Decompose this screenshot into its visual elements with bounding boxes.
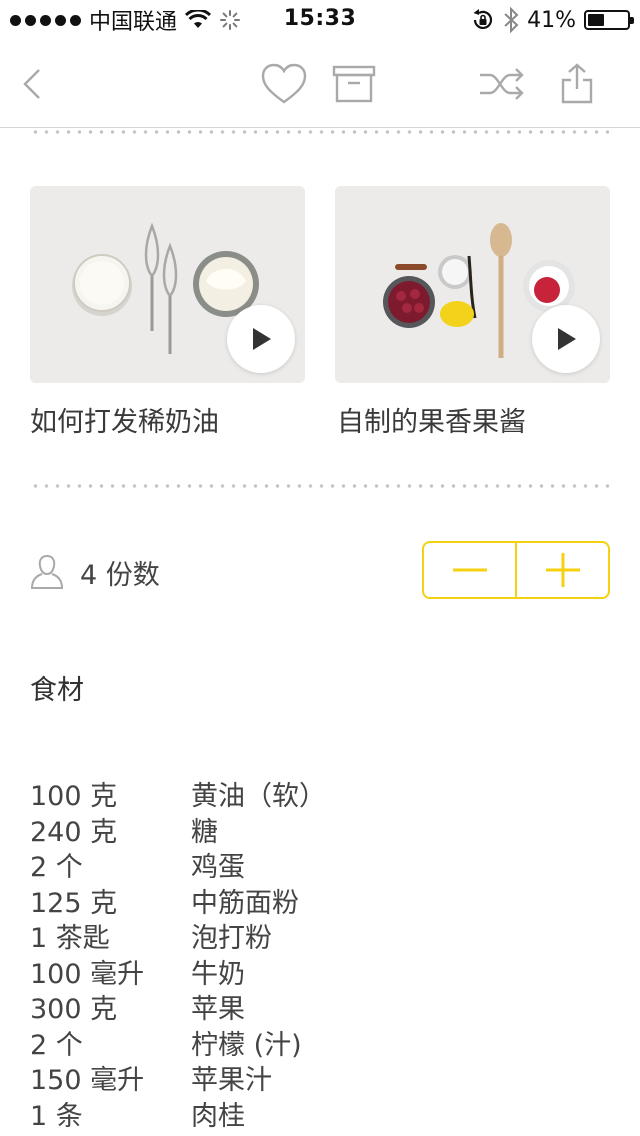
bluetooth-icon bbox=[504, 7, 519, 33]
archive-button[interactable] bbox=[330, 60, 378, 108]
ingredient-name: 中筋面粉 bbox=[191, 887, 299, 919]
video-title[interactable]: 自制的果香果酱 bbox=[337, 400, 526, 439]
battery-icon bbox=[584, 10, 634, 30]
ingredient-name: 柠檬 (汁) bbox=[191, 1029, 302, 1061]
servings-stepper[interactable] bbox=[422, 541, 610, 599]
ingredient-name: 牛奶 bbox=[191, 958, 245, 990]
person-icon bbox=[30, 554, 64, 589]
ingredient-row: 300 克 苹果 bbox=[30, 989, 610, 1025]
dotted-divider bbox=[30, 484, 610, 488]
share-button[interactable] bbox=[553, 60, 601, 108]
increase-servings-button[interactable] bbox=[517, 543, 608, 597]
ingredient-name: 黄油（软） bbox=[191, 781, 326, 813]
ingredient-name: 鸡蛋 bbox=[191, 852, 245, 884]
ingredient-name: 肉桂 bbox=[191, 1100, 245, 1132]
ingredient-row: 100 克 黄油（软） bbox=[30, 776, 610, 812]
status-bar: 中国联通 15:33 41% bbox=[0, 0, 640, 40]
play-button[interactable] bbox=[227, 305, 295, 373]
ingredient-amount: 240 克 bbox=[30, 816, 118, 848]
play-button[interactable] bbox=[532, 305, 600, 373]
shuffle-button[interactable] bbox=[478, 60, 526, 108]
servings-info: 4 份数 bbox=[30, 548, 160, 596]
ingredient-row: 1 条 肉桂 bbox=[30, 1096, 610, 1132]
ingredient-amount: 150 毫升 bbox=[30, 1065, 145, 1097]
back-chevron-icon bbox=[23, 69, 40, 99]
heart-icon bbox=[261, 63, 307, 104]
ingredient-amount: 100 毫升 bbox=[30, 958, 145, 990]
shuffle-icon bbox=[480, 68, 524, 100]
ingredient-row: 1 茶匙 泡打粉 bbox=[30, 918, 610, 954]
video-card-fruit-jam[interactable] bbox=[335, 186, 610, 383]
ingredient-amount: 125 克 bbox=[30, 887, 118, 919]
ingredient-row: 2 个 鸡蛋 bbox=[30, 847, 610, 883]
ingredient-row: 100 毫升 牛奶 bbox=[30, 954, 610, 990]
battery-percent: 41% bbox=[527, 7, 576, 33]
favorite-button[interactable] bbox=[260, 60, 308, 108]
decrease-servings-button[interactable] bbox=[424, 543, 515, 597]
ingredient-amount: 1 条 bbox=[30, 1100, 83, 1132]
ingredients-heading: 食材 bbox=[30, 675, 84, 706]
play-icon bbox=[253, 328, 271, 350]
servings-count: 4 份数 bbox=[80, 559, 160, 591]
nav-bar bbox=[0, 40, 640, 128]
ingredient-name: 泡打粉 bbox=[191, 923, 272, 955]
ingredient-name: 苹果 bbox=[191, 994, 245, 1026]
ingredient-row: 240 克 糖 bbox=[30, 812, 610, 848]
back-button[interactable] bbox=[8, 60, 56, 108]
ingredient-row: 125 克 中筋面粉 bbox=[30, 883, 610, 919]
ingredient-row: 2 个 柠檬 (汁) bbox=[30, 1025, 610, 1061]
orientation-lock-icon bbox=[473, 9, 493, 29]
ingredient-amount: 2 个 bbox=[30, 1029, 83, 1061]
ingredients-list: 100 克黄油（软） 240 克糖2 个鸡蛋 125 克中筋面粉 1 茶匙 泡打粉 100… bbox=[30, 776, 610, 1132]
plus-icon bbox=[545, 553, 580, 587]
video-title[interactable]: 如何打发稀奶油 bbox=[30, 400, 219, 439]
status-right: 41% bbox=[471, 6, 634, 34]
video-card-whipped-cream[interactable] bbox=[30, 186, 305, 383]
ingredient-row: 150 毫升 苹果汁 bbox=[30, 1060, 610, 1096]
share-icon bbox=[561, 63, 593, 104]
ingredient-amount: 300 克 bbox=[30, 994, 118, 1026]
ingredient-name: 苹果汁 bbox=[191, 1065, 272, 1097]
ingredient-name: 糖 bbox=[191, 816, 218, 848]
minus-icon bbox=[452, 568, 487, 572]
ingredient-amount: 1 茶匙 bbox=[30, 923, 110, 955]
ingredient-amount: 2 个 bbox=[30, 852, 83, 884]
play-icon bbox=[558, 328, 576, 350]
dotted-divider bbox=[30, 130, 610, 134]
ingredient-amount: 100 克 bbox=[30, 781, 118, 813]
battery-level bbox=[588, 14, 604, 26]
archive-box-icon bbox=[332, 65, 376, 103]
